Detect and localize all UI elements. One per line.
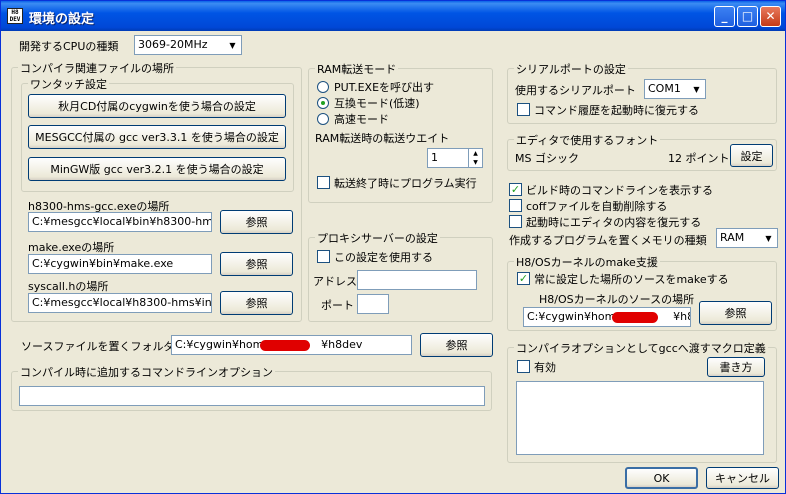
proxy-port-input[interactable] xyxy=(357,294,389,314)
proxy-address-input[interactable] xyxy=(357,270,477,290)
chevron-down-icon[interactable]: ▼ xyxy=(761,230,776,246)
ram-transfer-title: RAM転送モード xyxy=(315,61,399,77)
cpu-select[interactable]: 3069-20MHz ▼ xyxy=(134,35,242,55)
mingw-button[interactable]: MinGW版 gcc ver3.2.1 を使う場合の設定 xyxy=(28,157,286,181)
mesgcc-button[interactable]: MESGCC付属の gcc ver3.3.1 を使う場合の設定 xyxy=(28,125,286,149)
macro-enable-label: 有効 xyxy=(534,361,556,374)
restore-history-checkbox[interactable] xyxy=(517,103,530,116)
h8os-title: H8/OSカーネルのmake支援 xyxy=(514,254,660,270)
proxy-use-checkbox[interactable] xyxy=(317,250,330,263)
ram-wait-label: RAM転送時の転送ウエイト xyxy=(315,132,450,145)
serial-port-select[interactable]: COM1 ▼ xyxy=(644,79,706,99)
macro-enable-checkbox[interactable] xyxy=(517,360,530,373)
source-folder-label: ソースファイルを置くフォルダ xyxy=(21,340,175,353)
ram-wait-spinner[interactable]: ▲ ▼ xyxy=(468,148,483,168)
auto-delete-coff-label: coffファイルを自動削除する xyxy=(526,200,668,213)
serial-port-value: COM1 xyxy=(648,82,681,95)
memory-type-label: 作成するプログラムを置くメモリの種類 xyxy=(509,234,707,247)
chevron-down-icon[interactable]: ▼ xyxy=(689,81,704,97)
ram-compat-radio[interactable] xyxy=(317,97,329,109)
settings-dialog: H8 DEV 環境の設定 _ □ ✕ 開発するCPUの種類 3069-20MHz… xyxy=(0,0,786,494)
h8os-browse-button[interactable]: 参照 xyxy=(699,301,772,325)
editor-font-button[interactable]: 設定 xyxy=(730,144,773,167)
macro-definitions-textarea[interactable] xyxy=(516,381,764,455)
ram-compat-label: 互換モード(低速) xyxy=(334,97,420,110)
ram-fast-radio[interactable] xyxy=(317,113,329,125)
redaction-mark xyxy=(260,340,310,351)
onetouch-title: ワンタッチ設定 xyxy=(28,76,109,92)
source-folder-input[interactable]: C:¥cygwin¥home¥ ¥h8dev xyxy=(171,335,412,355)
make-browse-button[interactable]: 参照 xyxy=(220,252,293,276)
ram-fast-label: 高速モード xyxy=(334,113,389,126)
auto-delete-coff-checkbox[interactable] xyxy=(509,199,522,212)
editor-font-title: エディタで使用するフォント xyxy=(514,132,661,148)
serial-port-title: シリアルポートの設定 xyxy=(514,61,628,77)
h8os-always-label: 常に設定した場所のソースをmakeする xyxy=(534,273,729,286)
source-folder-suffix: ¥h8dev xyxy=(321,338,363,351)
proxy-port-label: ポート xyxy=(321,299,354,312)
syscall-path-label: syscall.hの場所 xyxy=(28,280,109,293)
minimize-button[interactable]: _ xyxy=(714,6,735,27)
macro-howto-button[interactable]: 書き方 xyxy=(707,357,765,377)
ram-wait-input[interactable]: 1 xyxy=(427,148,469,168)
ram-put-radio[interactable] xyxy=(317,81,329,93)
cancel-button[interactable]: キャンセル xyxy=(706,467,779,489)
h8os-source-suffix: ¥h8-os xyxy=(673,310,690,323)
cmdline-options-input[interactable] xyxy=(19,386,485,406)
memory-type-select[interactable]: RAM ▼ xyxy=(716,228,778,248)
make-path-input[interactable]: C:¥cygwin¥bin¥make.exe xyxy=(28,254,212,274)
gcc-browse-button[interactable]: 参照 xyxy=(220,210,293,234)
syscall-path-input[interactable]: C:¥mesgcc¥local¥h8300-hms¥inclu xyxy=(28,293,212,313)
editor-font-size: 12 ポイント xyxy=(668,152,730,165)
proxy-address-label: アドレス xyxy=(313,275,357,288)
cpu-select-value: 3069-20MHz xyxy=(138,38,208,51)
ok-button[interactable]: OK xyxy=(625,467,698,489)
show-cmdline-checkbox[interactable]: ✓ xyxy=(509,183,522,196)
h8os-source-input[interactable]: C:¥cygwin¥home¥¥h8-os xyxy=(523,307,691,327)
akizuki-cygwin-button[interactable]: 秋月CD付属のcygwinを使う場合の設定 xyxy=(28,94,286,118)
memory-type-value: RAM xyxy=(720,231,745,244)
compiler-files-title: コンパイラ関連ファイルの場所 xyxy=(18,60,176,76)
redaction-mark xyxy=(612,312,658,323)
editor-font-name: MS ゴシック xyxy=(515,152,579,165)
run-after-transfer-checkbox[interactable] xyxy=(317,176,330,189)
h8os-always-checkbox[interactable]: ✓ xyxy=(517,272,530,285)
show-cmdline-label: ビルド時のコマンドラインを表示する xyxy=(526,184,713,197)
macro-title: コンパイラオプションとしてgccへ渡すマクロ定義 xyxy=(514,340,768,356)
window-title: 環境の設定 xyxy=(29,12,95,27)
make-path-label: make.exeの場所 xyxy=(28,241,115,254)
restore-history-label: コマンド履歴を起動時に復元する xyxy=(534,104,699,117)
restore-editor-label: 起動時にエディタの内容を復元する xyxy=(526,216,702,229)
proxy-use-label: この設定を使用する xyxy=(334,251,433,264)
proxy-title: プロキシサーバーの設定 xyxy=(315,230,440,246)
maximize-button[interactable]: □ xyxy=(737,6,758,27)
app-icon: H8 DEV xyxy=(7,8,23,24)
run-after-transfer-label: 転送終了時にプログラム実行 xyxy=(334,177,477,190)
syscall-browse-button[interactable]: 参照 xyxy=(220,291,293,315)
chevron-down-icon[interactable]: ▼ xyxy=(225,37,240,53)
h8os-source-label: H8/OSカーネルのソースの場所 xyxy=(539,293,695,306)
cmdline-options-title: コンパイル時に追加するコマンドラインオプション xyxy=(18,364,275,380)
close-button[interactable]: ✕ xyxy=(760,6,781,27)
gcc-path-input[interactable]: C:¥mesgcc¥local¥bin¥h8300-hms-g xyxy=(28,212,212,232)
serial-port-label: 使用するシリアルポート xyxy=(515,84,636,97)
title-bar[interactable]: H8 DEV 環境の設定 _ □ ✕ xyxy=(1,1,785,31)
source-browse-button[interactable]: 参照 xyxy=(420,333,493,357)
cpu-label: 開発するCPUの種類 xyxy=(19,40,119,53)
ram-put-label: PUT.EXEを呼び出す xyxy=(334,81,435,94)
restore-editor-checkbox[interactable] xyxy=(509,215,522,228)
